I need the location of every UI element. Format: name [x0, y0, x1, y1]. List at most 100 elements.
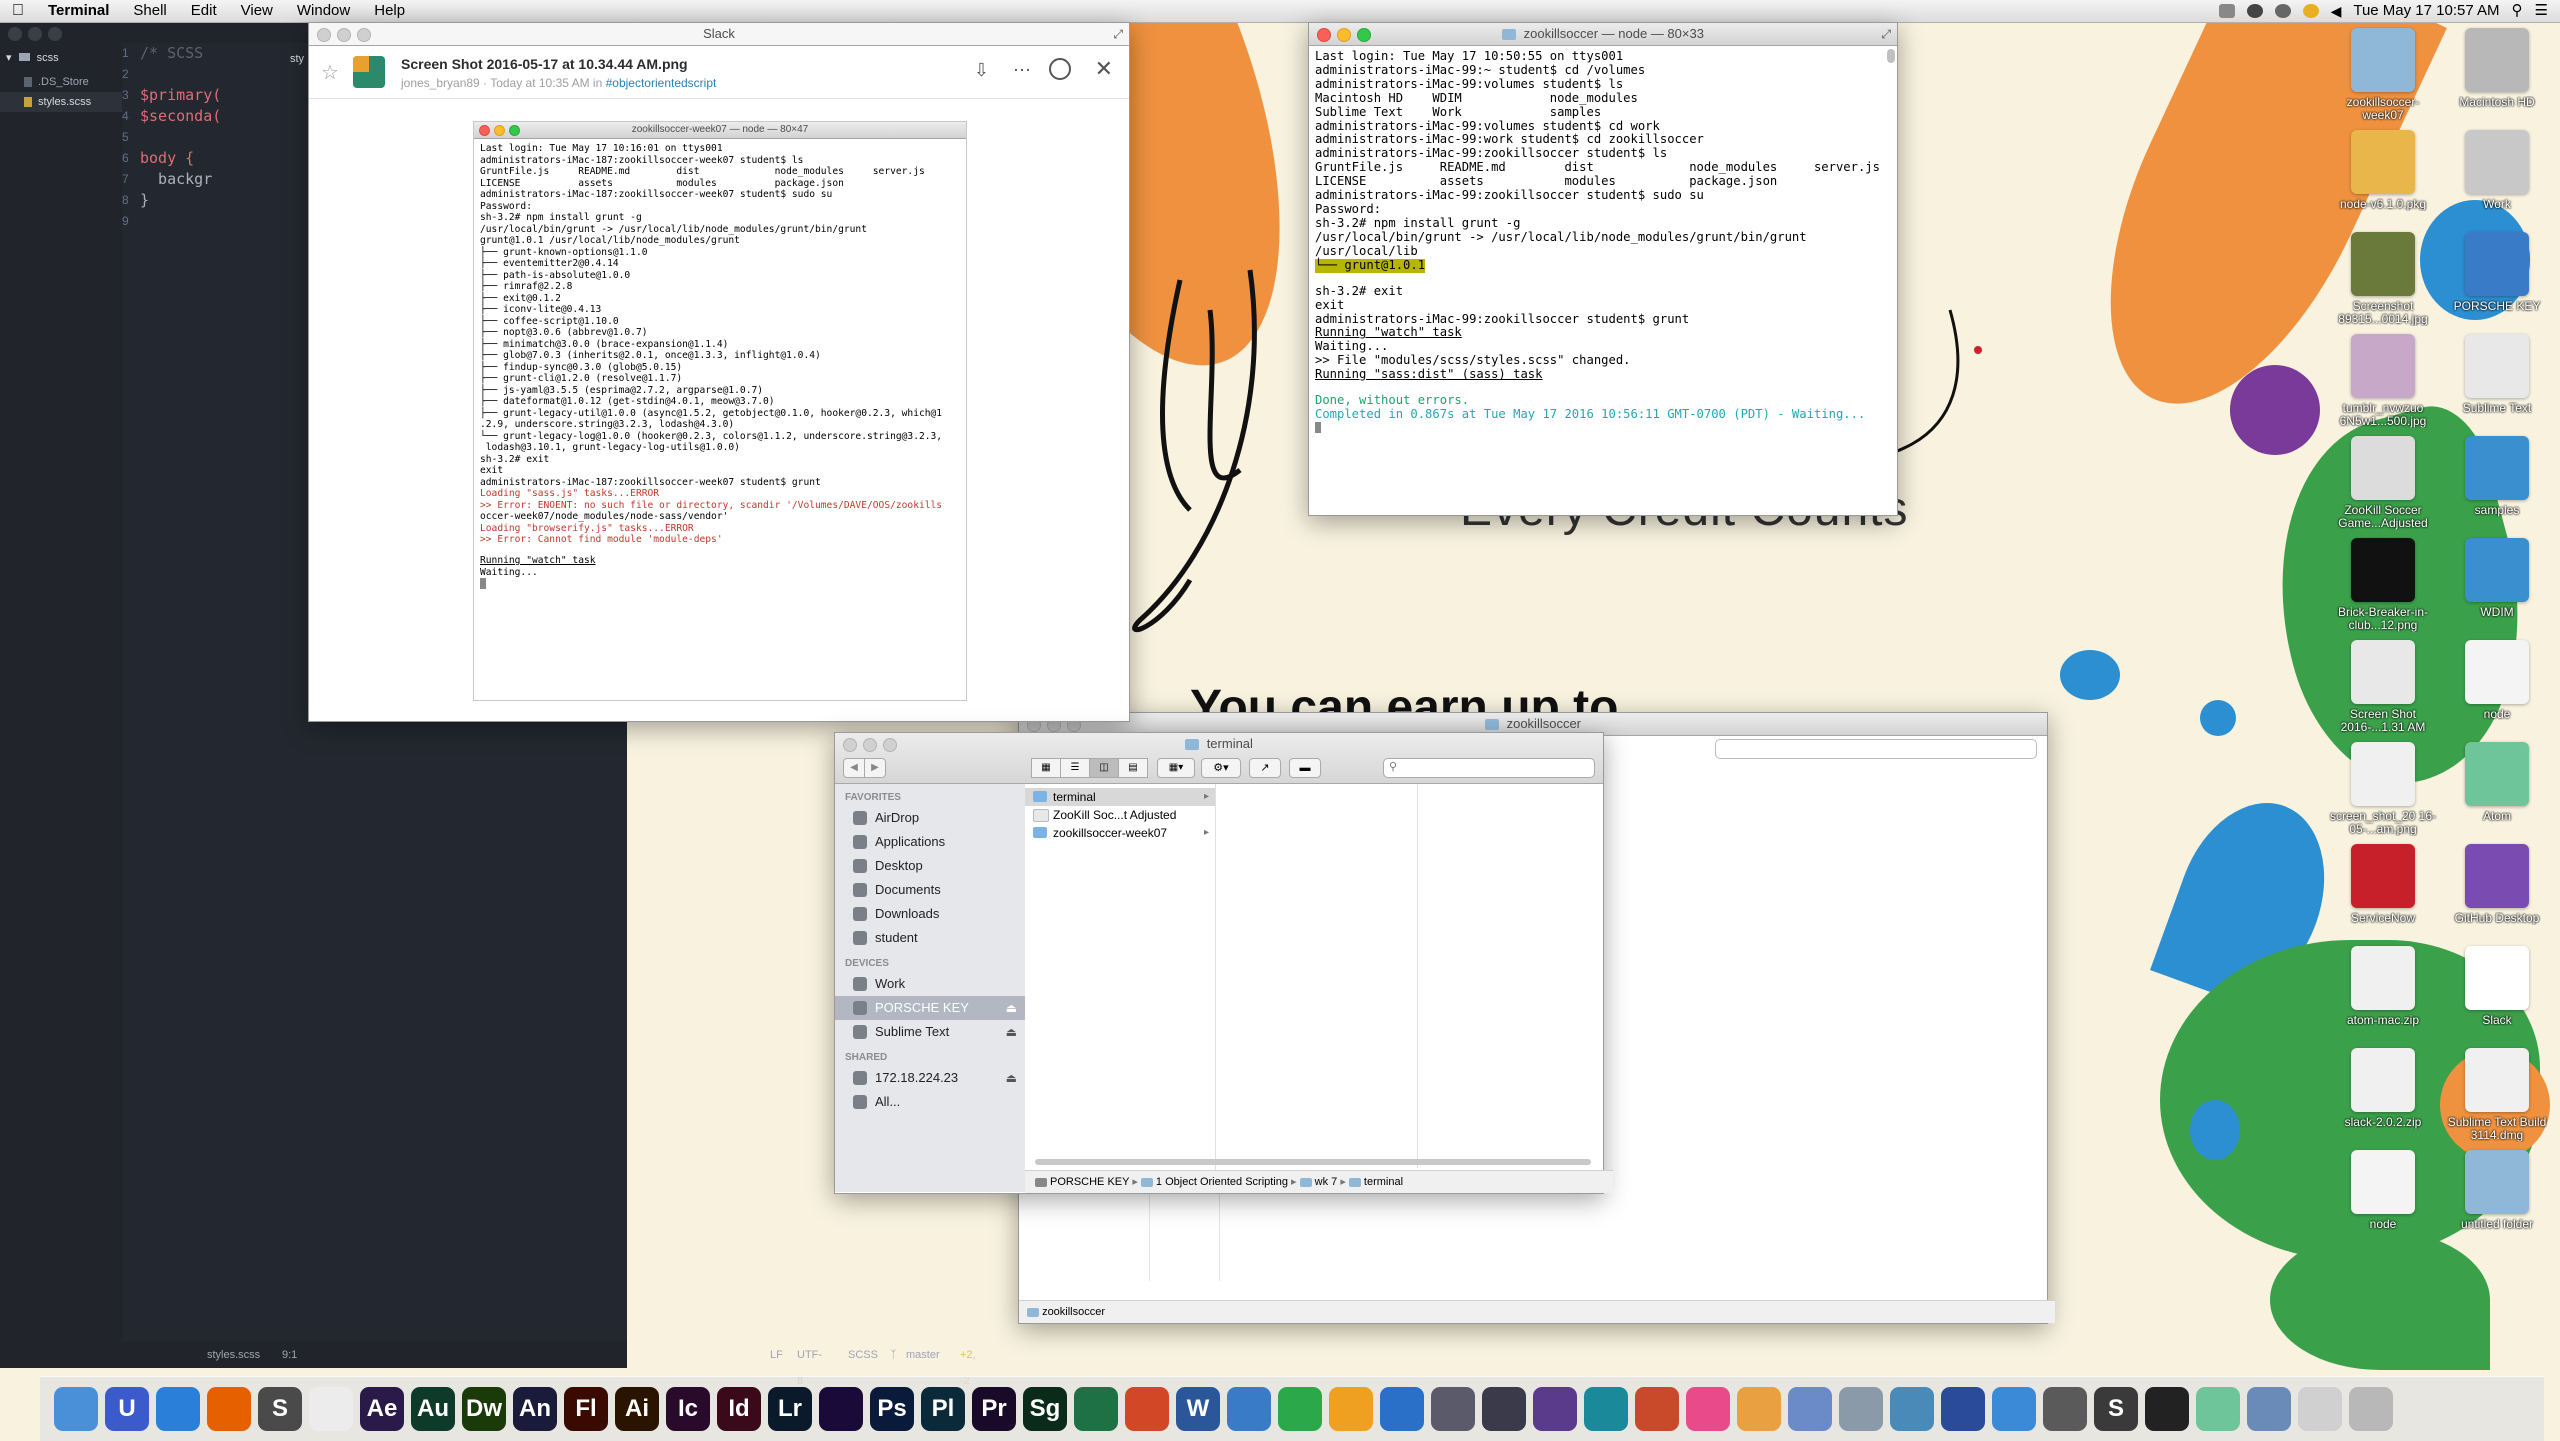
sidebar-item[interactable]: 172.18.224.23 ⏏ [835, 1066, 1025, 1090]
desktop-icon[interactable]: untitled folder [2442, 1150, 2552, 1231]
trash-icon[interactable] [2349, 1387, 2393, 1431]
sidebar-item[interactable]: AirDrop [835, 806, 1025, 830]
sidebar-item[interactable]: Sublime Text ⏏ [835, 1020, 1025, 1044]
arrange-button[interactable]: ▦▾ [1157, 758, 1195, 778]
screen-stack-icon[interactable] [2298, 1387, 2342, 1431]
maya-icon[interactable] [1584, 1387, 1628, 1431]
animate-icon[interactable]: An [513, 1387, 557, 1431]
status-line-ending[interactable]: LF [770, 1342, 783, 1368]
desktop-icon[interactable]: atom-mac.zip [2328, 946, 2438, 1027]
slack-window[interactable]: Slack ⤢ ☆ Screen Shot 2016-05-17 at 10.3… [308, 22, 1130, 722]
path-segment[interactable]: terminal [1364, 1176, 1403, 1188]
menu-help[interactable]: Help [362, 0, 417, 22]
apple-menu-icon[interactable]:  [0, 0, 36, 22]
terminal-titlebar[interactable]: zookillsoccer — node — 80×33 ⤢ [1309, 23, 1897, 46]
menu-window[interactable]: Window [285, 0, 362, 22]
desktop-icon[interactable]: screen_shot_20 16-05-...am.png [2328, 742, 2438, 836]
fullscreen-icon[interactable]: ⤢ [1881, 23, 1891, 45]
channel-link[interactable]: #objectorientedscript [606, 76, 717, 90]
forward-button[interactable]: ▶ [865, 758, 886, 778]
itunes-icon[interactable] [1686, 1387, 1730, 1431]
media-encoder-icon[interactable] [819, 1387, 863, 1431]
fullscreen-icon[interactable]: ⤢ [1113, 23, 1123, 45]
finder-back-search[interactable] [1715, 739, 2037, 759]
coverflow-view-button[interactable]: ▤ [1119, 758, 1148, 778]
star-icon[interactable]: ☆ [321, 60, 339, 85]
status-cursor-pos[interactable]: 9:1 [282, 1342, 297, 1368]
menu-shell[interactable]: Shell [121, 0, 178, 22]
time-machine-icon[interactable] [2274, 4, 2291, 18]
sidebar-item[interactable]: All... [835, 1090, 1025, 1114]
dreamweaver-icon[interactable]: Dw [462, 1387, 506, 1431]
status-file[interactable]: styles.scss [207, 1342, 260, 1368]
menu-view[interactable]: View [229, 0, 285, 22]
desktop-icon[interactable]: node-v6.1.0.pkg [2328, 130, 2438, 211]
acrobat-icon[interactable] [309, 1387, 353, 1431]
desktop-icon[interactable]: Work [2442, 130, 2552, 211]
checkmark-status-icon[interactable] [2302, 4, 2319, 18]
close-icon[interactable]: ✕ [1095, 56, 1113, 82]
finder-file-row[interactable]: zookillsoccer-week07 ▸ [1025, 824, 1215, 842]
sublime-icon[interactable]: S [258, 1387, 302, 1431]
downloads-icon[interactable] [2247, 1387, 2291, 1431]
speedgrade-icon[interactable]: Sg [1023, 1387, 1067, 1431]
finder-file-row[interactable]: ZooKill Soc...t Adjusted [1025, 806, 1215, 824]
comment-icon[interactable] [1049, 58, 1071, 80]
back-button[interactable]: ◀ [843, 758, 865, 778]
menu-edit[interactable]: Edit [179, 0, 229, 22]
numbers-icon[interactable] [1278, 1387, 1322, 1431]
eject-icon[interactable]: ⏏ [1006, 996, 1017, 1020]
desktop-icon[interactable]: GitHub Desktop [2442, 844, 2552, 925]
flash-icon[interactable]: Fl [564, 1387, 608, 1431]
desktop-icon[interactable]: Screen Shot 2016-...1.31 AM [2328, 640, 2438, 734]
photos-icon[interactable] [1788, 1387, 1832, 1431]
eject-icon[interactable]: ⏏ [1006, 1020, 1017, 1044]
preview-icon[interactable] [1839, 1387, 1883, 1431]
sidebar-item[interactable]: Work [835, 972, 1025, 996]
desktop-icon[interactable]: tumblr_nvwzuo 6N5w1...500.jpg [2328, 334, 2438, 428]
imovie-icon[interactable] [1533, 1387, 1577, 1431]
status-item-icon[interactable] [2218, 4, 2235, 18]
terminal-scrollbar[interactable] [1887, 49, 1895, 63]
volume-icon[interactable]: ◀ [2331, 0, 2342, 22]
icon-view-button[interactable]: ▦ [1031, 758, 1061, 778]
list-view-button[interactable]: ☰ [1061, 758, 1090, 778]
menubar-clock[interactable]: Tue May 17 10:57 AM [2353, 0, 2499, 22]
firefox-icon[interactable] [207, 1387, 251, 1431]
sidebar-item[interactable]: Desktop [835, 854, 1025, 878]
globe-icon[interactable] [1941, 1387, 1985, 1431]
tree-item-styles-scss[interactable]: styles.scss [0, 92, 122, 112]
tree-item-ds-store[interactable]: .DS_Store [0, 72, 122, 92]
menu-terminal[interactable]: Terminal [36, 0, 121, 22]
finder-back-path[interactable]: zookillsoccer [1042, 1306, 1105, 1318]
desktop-icon[interactable]: Slack [2442, 946, 2552, 1027]
premiere-icon[interactable]: Pr [972, 1387, 1016, 1431]
photoshop-icon[interactable]: Ps [870, 1387, 914, 1431]
eject-icon[interactable]: ⏏ [1006, 1066, 1017, 1090]
u-app-icon[interactable]: U [105, 1387, 149, 1431]
desktop-icon[interactable]: Sublime Text Build 3114.dmg [2442, 1048, 2552, 1142]
desktop-icon[interactable]: samples [2442, 436, 2552, 517]
sidebar-item[interactable]: Downloads [835, 902, 1025, 926]
tag-button[interactable]: ▬ [1289, 758, 1321, 778]
incopy-icon[interactable]: Ic [666, 1387, 710, 1431]
desktop-icon[interactable]: zookillsoccer-week07 [2328, 28, 2438, 122]
terminal-icon[interactable] [2145, 1387, 2189, 1431]
path-segment[interactable]: PORSCHE KEY [1050, 1176, 1129, 1188]
atom-icon[interactable] [2196, 1387, 2240, 1431]
column-view-button[interactable]: ◫ [1090, 758, 1119, 778]
desktop-icon[interactable]: node [2328, 1150, 2438, 1231]
desktop-icon[interactable]: ServiceNow [2328, 844, 2438, 925]
word-icon[interactable]: W [1176, 1387, 1220, 1431]
status-branch[interactable]: master [906, 1342, 940, 1368]
finder-window-terminal[interactable]: terminal ◀ ▶ ▦ ☰ ◫ ▤ ▦▾ ⚙▾ ↗ ▬ ⚲ FAVORIT… [834, 732, 1613, 1194]
system-prefs-icon[interactable] [1431, 1387, 1475, 1431]
garageband-icon[interactable] [1737, 1387, 1781, 1431]
network-icon[interactable] [1890, 1387, 1934, 1431]
finder-file-row[interactable]: terminal ▸ [1025, 788, 1215, 806]
sidebar-item[interactable]: PORSCHE KEY ⏏ [835, 996, 1025, 1020]
mudbox-icon[interactable] [1635, 1387, 1679, 1431]
spotlight-icon[interactable]: ⚲ [2512, 0, 2523, 22]
action-gear-button[interactable]: ⚙▾ [1201, 758, 1241, 778]
slack-titlebar[interactable]: Slack ⤢ [309, 23, 1129, 46]
